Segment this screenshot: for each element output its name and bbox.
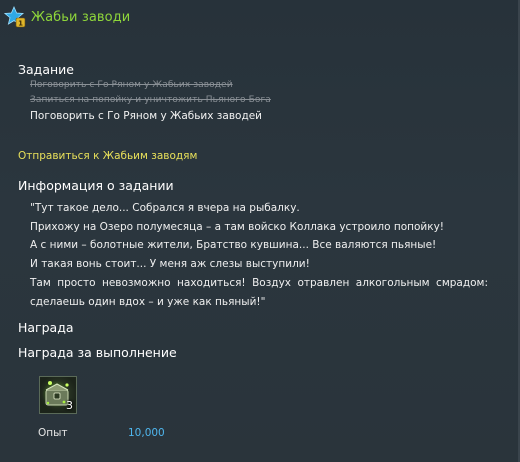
objective-done: Поговорить с Го Ряном у Жабьих заводей	[30, 80, 233, 90]
exp-label: Опыт	[38, 427, 68, 439]
reward-item-slot[interactable]: 3	[39, 376, 77, 414]
description-line: Прихожу на Озеро полумесяца – а там войс…	[30, 220, 444, 233]
task-heading: Задание	[18, 62, 74, 77]
reward-heading: Награда	[18, 320, 74, 335]
quest-star-icon: 1	[3, 5, 26, 28]
exp-value: 10,000	[128, 427, 165, 439]
reward-subheading: Награда за выполнение	[18, 345, 177, 360]
quest-details-panel: 1 Жабьи заводи Задание Поговорить с Го Р…	[0, 0, 520, 462]
svg-text:1: 1	[18, 19, 23, 27]
description-line: "Тут такое дело... Собрался я вчера на р…	[30, 202, 300, 214]
objective-active: Поговорить с Го Ряном у Жабьих заводей	[30, 110, 262, 122]
objective-done: Запиться на попойку и уничтожить Пьяного…	[30, 95, 271, 105]
quest-title-row: 1 Жабьи заводи	[3, 5, 131, 28]
quest-title: Жабьи заводи	[31, 9, 131, 25]
description-line: сделаешь один вдох – и уже как пьяный!"	[30, 295, 266, 308]
goto-location-link[interactable]: Отправиться к Жабьим заводям	[18, 150, 197, 162]
description-line: Там просто невозможно находиться! Воздух…	[30, 276, 488, 289]
description-line: И такая вонь стоит... У меня аж слезы вы…	[30, 258, 310, 271]
quest-description: "Тут такое дело... Собрался я вчера на р…	[30, 199, 488, 311]
description-line: А с ними – болотные жители, Братство кув…	[30, 239, 437, 252]
reward-item-count: 3	[66, 399, 73, 412]
info-heading: Информация о задании	[18, 178, 174, 193]
